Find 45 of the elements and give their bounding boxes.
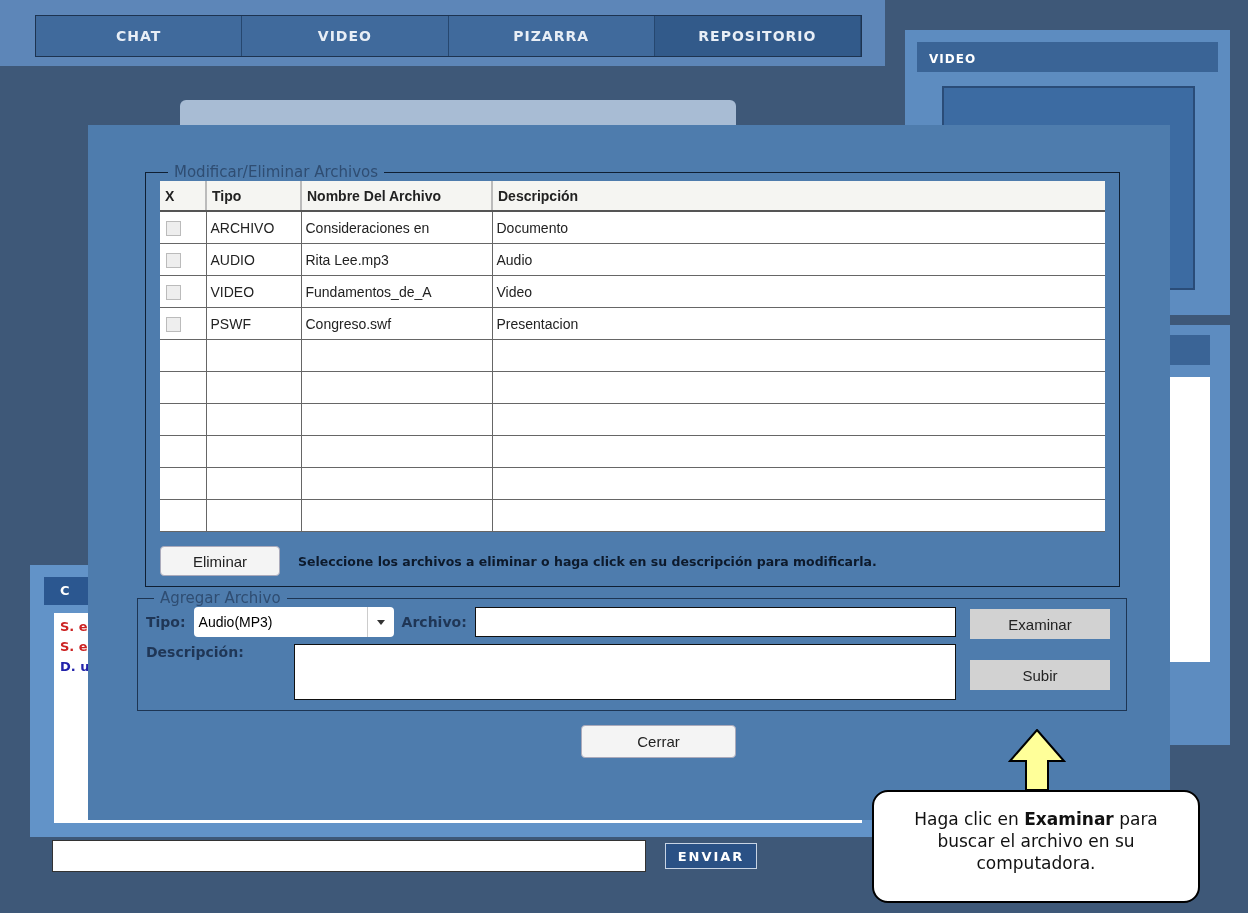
row-checkbox[interactable] <box>166 252 181 268</box>
column-header: Nombre Del Archivo <box>301 181 492 211</box>
chat-input-field[interactable] <box>52 840 646 872</box>
chat-message: S. e <box>60 618 88 636</box>
table-cell: Fundamentos_de_A <box>301 275 492 308</box>
column-header: Tipo <box>206 181 301 211</box>
row-checkbox[interactable] <box>166 316 181 332</box>
field-label: Descripción: <box>146 644 245 662</box>
column-header: Descripción <box>492 181 1105 211</box>
field-label: Archivo: <box>401 614 467 630</box>
table-cell: AUDIO <box>206 243 301 276</box>
row-checkbox[interactable] <box>166 220 181 236</box>
nav-tab[interactable]: VIDEO <box>242 16 449 56</box>
section-legend: Modificar/Eliminar Archivos <box>168 163 385 181</box>
table-cell: ARCHIVO <box>206 211 301 244</box>
field-label: Tipo: <box>146 614 186 630</box>
nav-tab[interactable]: PIZARRA <box>448 16 655 56</box>
send-button[interactable]: ENVIAR <box>665 843 757 869</box>
arrow-icon <box>1008 729 1066 791</box>
nav-tab[interactable]: REPOSITORIO <box>654 16 861 56</box>
browse-button[interactable]: Examinar <box>970 609 1110 639</box>
instruction-text: Seleccione los archivos a eliminar o haga click en su descripción para modificarla. <box>298 553 877 569</box>
nav-tab[interactable]: CHAT <box>36 16 243 56</box>
column-header: X <box>160 181 206 211</box>
description-field[interactable] <box>294 644 956 700</box>
chat-message: D. u <box>60 658 90 676</box>
delete-button[interactable]: Eliminar <box>160 546 280 576</box>
table-cell: PSWF <box>206 307 301 340</box>
table-cell: VIDEO <box>206 275 301 308</box>
callout-text: Haga clic en Examinar para buscar el archivo en su computadora. <box>872 790 1200 903</box>
caret-icon <box>376 619 385 625</box>
file-path-field[interactable] <box>474 607 956 637</box>
chat-message: S. e <box>60 638 88 656</box>
table-cell: Congreso.swf <box>301 307 492 340</box>
table-cell[interactable]: Video <box>492 275 1105 308</box>
panel-title: VIDEO <box>917 42 1218 72</box>
table-cell[interactable]: Documento <box>492 211 1105 244</box>
table-cell[interactable]: Audio <box>492 243 1105 276</box>
table-cell[interactable]: Presentacion <box>492 307 1105 340</box>
table-cell: Consideraciones en <box>301 211 492 244</box>
upload-button[interactable]: Subir <box>970 660 1110 690</box>
table-cell: Rita Lee.mp3 <box>301 243 492 276</box>
row-checkbox[interactable] <box>166 284 181 300</box>
close-button[interactable]: Cerrar <box>581 725 736 758</box>
type-dropdown[interactable]: Audio(MP3) <box>193 607 394 637</box>
